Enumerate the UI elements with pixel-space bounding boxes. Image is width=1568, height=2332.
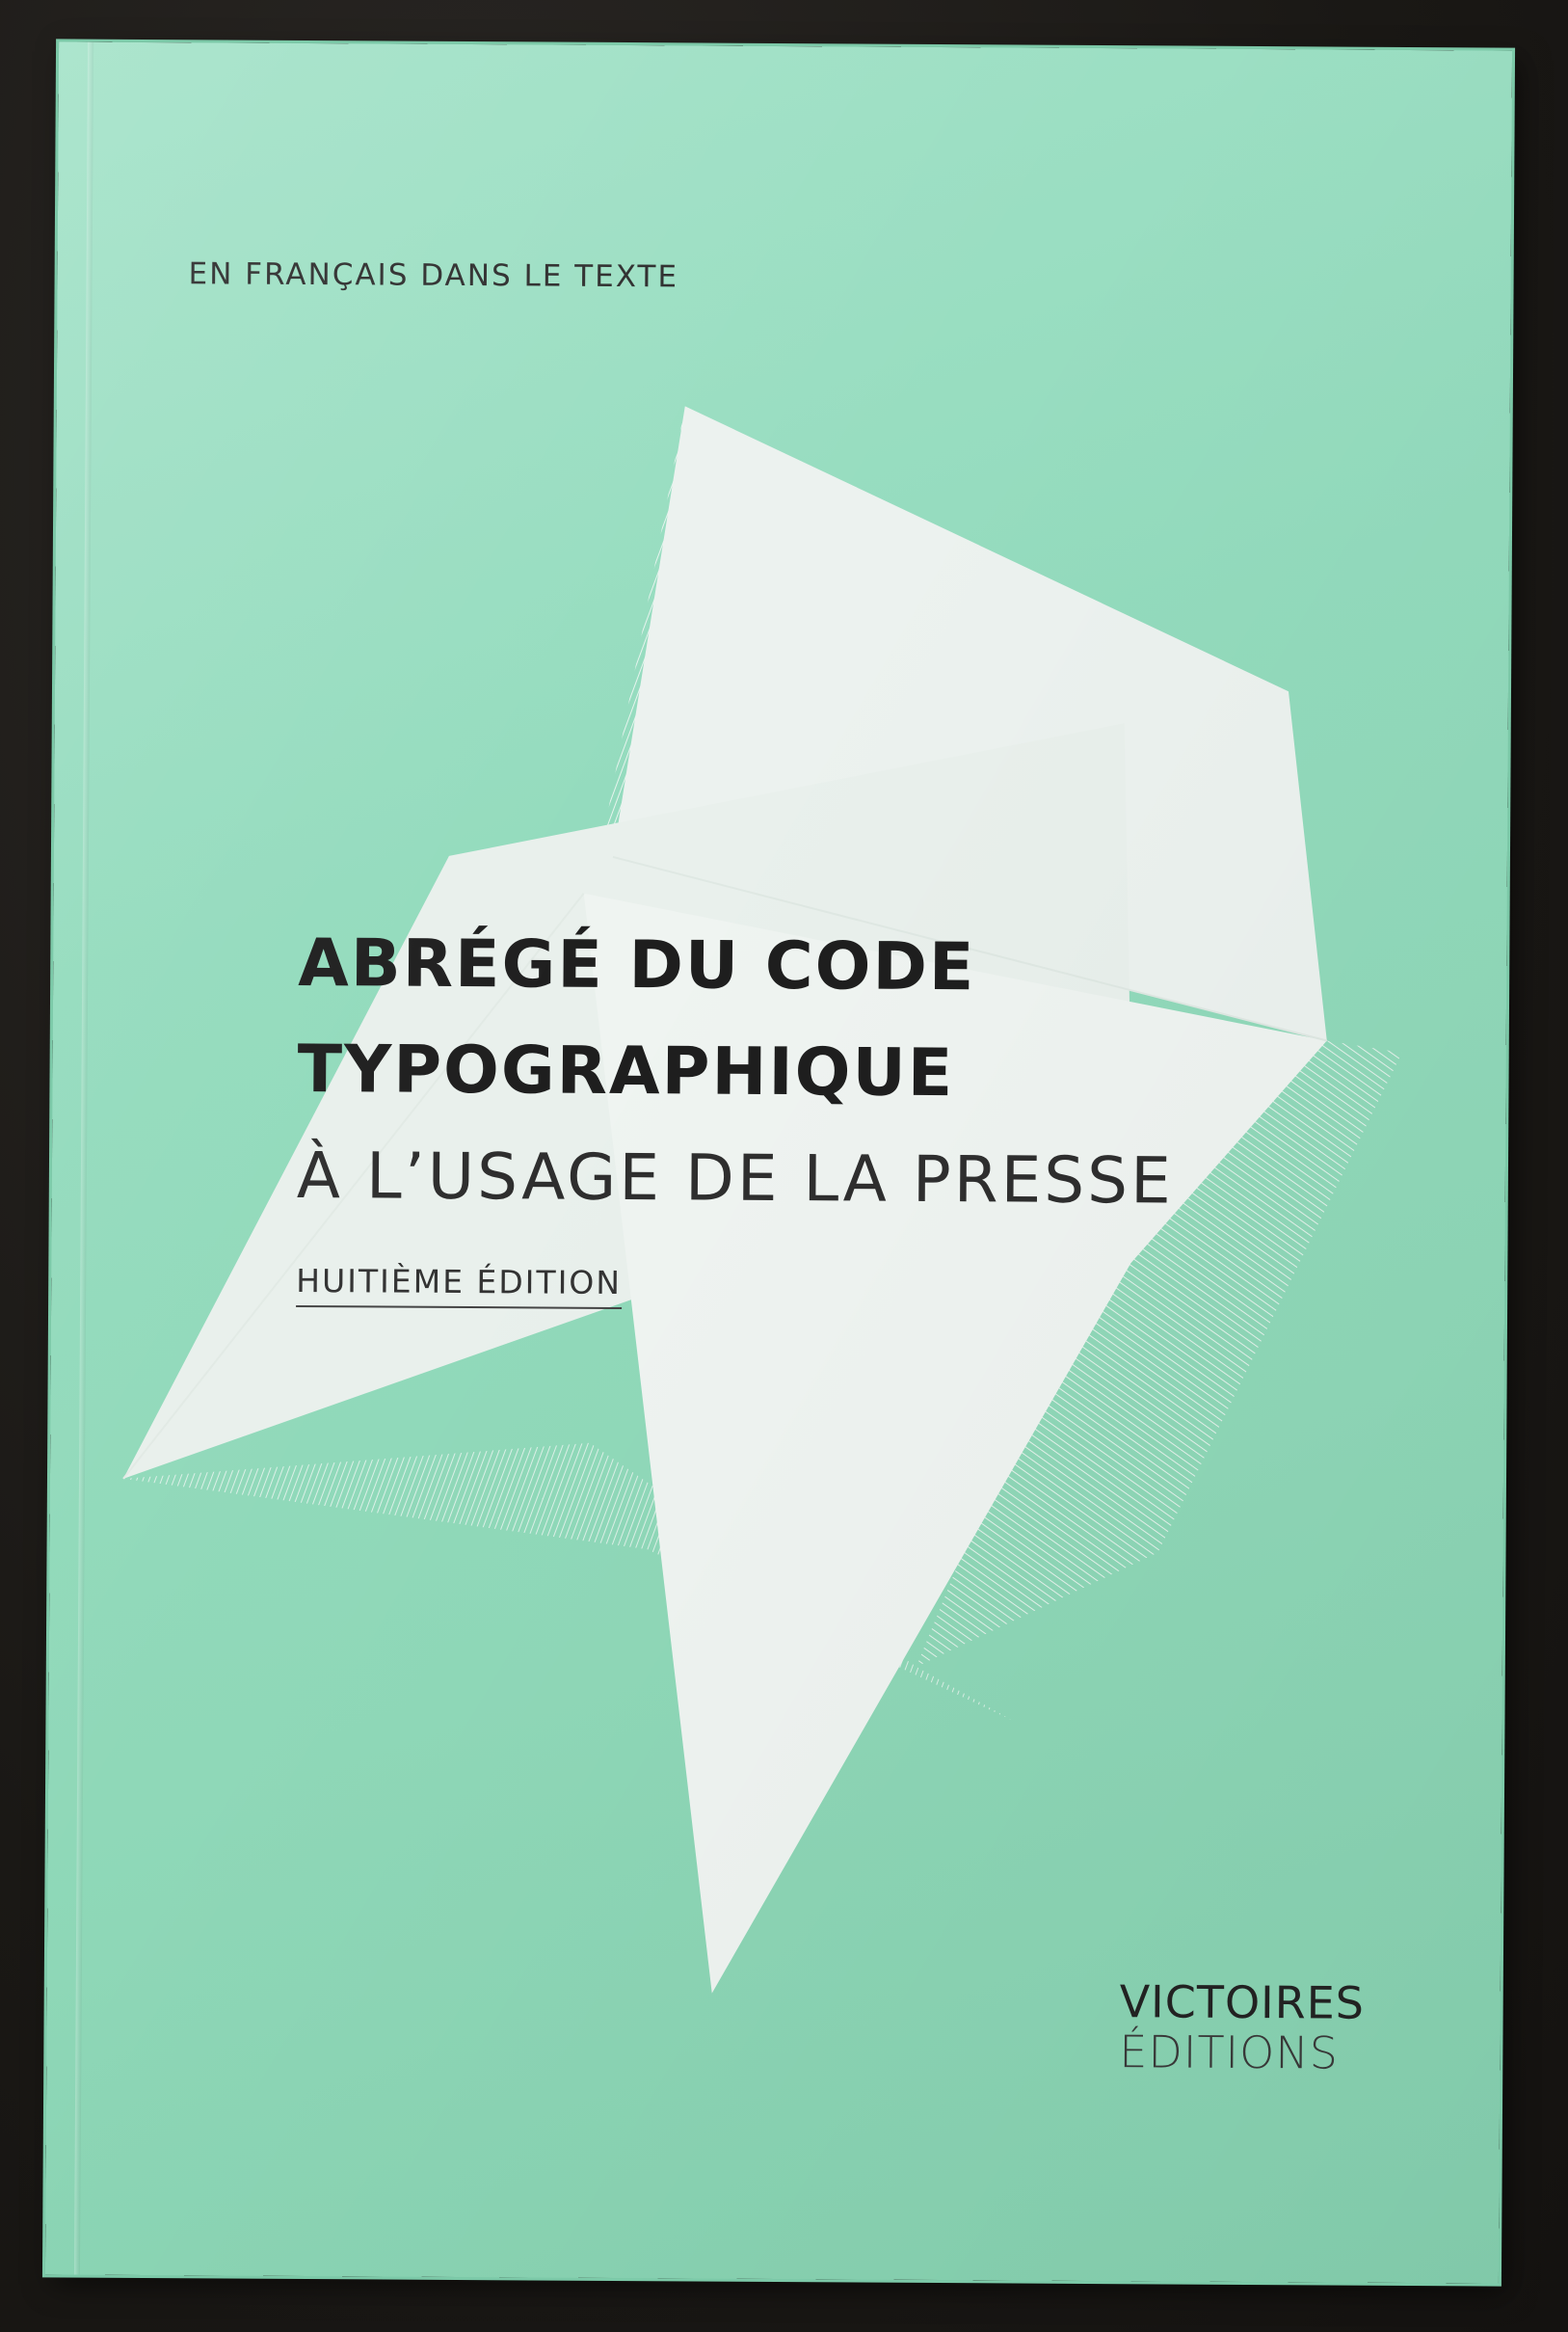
title-line-2: TYPOGRAPHIQUE [297,1031,955,1112]
title-block: ABRÉGÉ DU CODE TYPOGRAPHIQUE À L’USAGE D… [296,911,1406,1314]
publisher-subname: ÉDITIONS [1119,2025,1340,2079]
publisher-logo: VICTOIRES ÉDITIONS [1119,1975,1366,2079]
series-label: EN FRANÇAIS DANS LE TEXTE [188,256,679,295]
photo-scene: EN FRANÇAIS DANS LE TEXTE ABRÉGÉ DU CODE… [0,0,1568,2332]
publisher-name: VICTOIRES [1119,1975,1366,2029]
title-line-1: ABRÉGÉ DU CODE [298,925,976,1006]
edition-label: HUITIÈME ÉDITION [296,1261,623,1310]
book-cover: EN FRANÇAIS DANS LE TEXTE ABRÉGÉ DU CODE… [44,41,1513,2284]
subtitle: À L’USAGE DE LA PRESSE [296,1138,1175,1219]
